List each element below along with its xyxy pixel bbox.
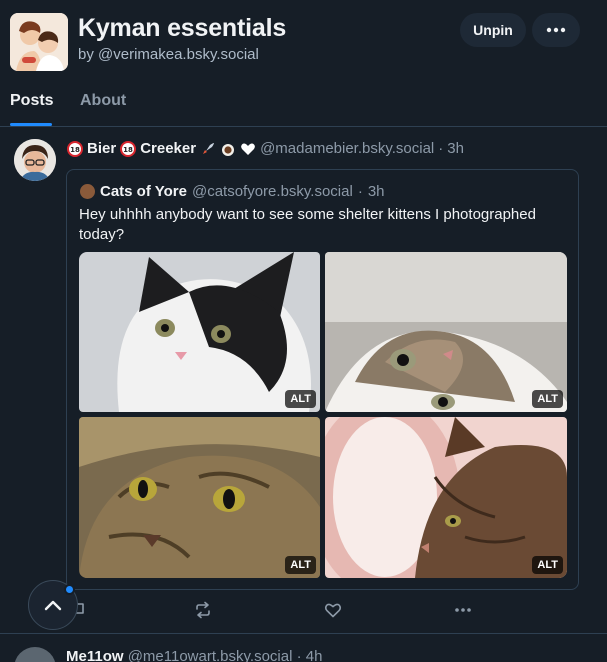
quoted-post-header: Cats of Yore @catsofyore.bsky.social · 3… (80, 183, 385, 200)
svg-text:18: 18 (123, 146, 133, 154)
avatar (80, 184, 95, 199)
feed-tabs: Posts About (0, 78, 607, 127)
separator-dot: · (296, 648, 302, 662)
repost-button[interactable] (192, 600, 214, 620)
white-heart-icon (240, 141, 256, 157)
separator-dot: · (357, 183, 363, 200)
tab-about[interactable]: About (80, 92, 126, 110)
alt-badge[interactable]: ALT (285, 556, 316, 574)
post-header: 18 Bier 18 Creeker @madamebier.bsky.soci… (67, 140, 464, 157)
feed-post[interactable]: Me11ow @me11owart.bsky.social · 4h (0, 634, 607, 662)
post-actions (66, 600, 486, 620)
feed-post[interactable]: 18 Bier 18 Creeker @madamebier.bsky.soci… (0, 127, 607, 634)
post-image[interactable]: ALT (325, 252, 567, 412)
feed-more-button[interactable] (532, 13, 580, 47)
feed-avatar (10, 13, 68, 71)
post-time[interactable]: 3h (447, 140, 464, 157)
image-grid: ALT ALT ALT ALT (79, 252, 567, 578)
post-more-button[interactable] (452, 600, 474, 620)
avatar[interactable] (14, 139, 56, 181)
alt-badge[interactable]: ALT (285, 390, 316, 408)
svg-text:18: 18 (70, 146, 80, 154)
repost-icon (196, 601, 210, 619)
quoted-post-text: Hey uhhhh anybody want to see some shelt… (79, 206, 536, 243)
feed-header: Kyman essentials by @verimakea.bsky.soci… (0, 0, 607, 78)
separator-dot: · (438, 140, 444, 157)
post-image[interactable]: ALT (325, 417, 567, 578)
quoted-time[interactable]: 3h (368, 183, 385, 200)
ellipsis-icon (546, 27, 566, 33)
heart-icon (324, 603, 342, 618)
author-handle[interactable]: @madamebier.bsky.social (260, 140, 434, 157)
no-under-18-icon: 18 (67, 140, 83, 157)
no-under-18-icon: 18 (120, 140, 137, 157)
new-posts-indicator (64, 584, 75, 595)
display-name-part[interactable]: Bier (87, 140, 116, 157)
post-image[interactable]: ALT (79, 417, 320, 578)
like-button[interactable] (322, 600, 344, 620)
display-name[interactable]: Me11ow (66, 648, 124, 662)
tab-posts[interactable]: Posts (10, 92, 54, 110)
active-tab-indicator (10, 123, 52, 126)
rocket-icon (200, 141, 216, 157)
alt-badge[interactable]: ALT (532, 390, 563, 408)
chevron-up-icon (44, 600, 62, 611)
feed-title: Kyman essentials (78, 14, 287, 42)
author-handle[interactable]: @me11owart.bsky.social (128, 648, 293, 662)
post-image[interactable]: ALT (79, 252, 320, 412)
display-name-part[interactable]: Creeker (140, 140, 196, 157)
post-header: Me11ow @me11owart.bsky.social · 4h (66, 648, 322, 662)
quoted-post[interactable]: Cats of Yore @catsofyore.bsky.social · 3… (66, 169, 579, 590)
feed-byline[interactable]: by @verimakea.bsky.social (78, 46, 259, 63)
avatar[interactable] (14, 647, 56, 662)
alt-badge[interactable]: ALT (532, 556, 563, 574)
quoted-display-name[interactable]: Cats of Yore (100, 183, 187, 200)
unpin-button[interactable]: Unpin (460, 13, 526, 47)
coffee-icon (220, 141, 236, 157)
ellipsis-icon (455, 608, 471, 612)
post-time[interactable]: 4h (306, 648, 323, 662)
quoted-handle[interactable]: @catsofyore.bsky.social (192, 183, 353, 200)
